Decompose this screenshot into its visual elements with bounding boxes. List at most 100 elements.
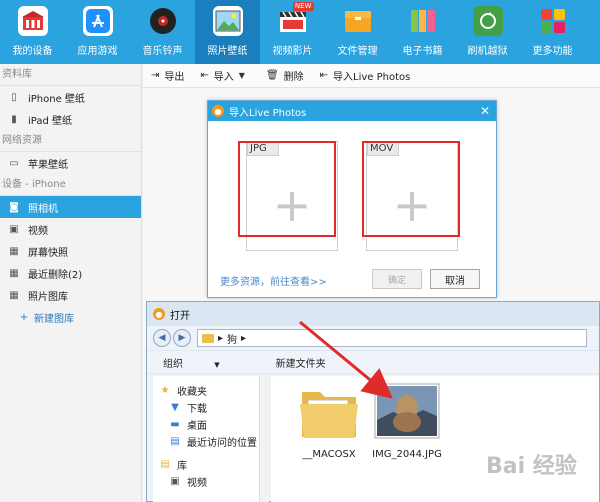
import-label: 导入 [213, 72, 234, 83]
sidebar-item-label: 最近删除(2) [28, 269, 83, 281]
my-device-icon [17, 6, 48, 36]
nav-recent[interactable]: ▤ 最近访问的位置 [153, 433, 268, 450]
nav-label: 收藏夹 [177, 387, 207, 398]
sidebar-item-label: iPhone 壁纸 [28, 93, 85, 105]
path-segment: 狗 [227, 334, 238, 346]
delete-button[interactable]: 🗑 删除 [266, 68, 304, 83]
toolbar-ebooks[interactable]: 电子书籍 [390, 0, 455, 64]
toolbar-apps-games[interactable]: 应用游戏 [65, 0, 130, 64]
sidebar-item-iphone-wallpaper[interactable]: ▯ iPhone 壁纸 [0, 86, 141, 108]
file-name: IMG_2044.JPG [372, 449, 442, 460]
wallpaper-icon: ▭ [9, 157, 19, 169]
toolbar-label: 电子书籍 [402, 46, 443, 57]
file-item-image[interactable]: IMG_2044.JPG [367, 382, 447, 460]
toolbar-label: 照片壁纸 [207, 46, 248, 57]
sidebar-item-label: 照片图库 [28, 291, 68, 303]
nav-scrollbar[interactable] [259, 376, 269, 502]
sidebar-section-title: 网络资源 [0, 130, 141, 152]
back-icon[interactable]: ◀ [153, 329, 171, 347]
command-bar: 组织 ▼ 新建文件夹 [147, 350, 599, 374]
toolbar-photos-wallpaper[interactable]: 照片壁纸 [195, 0, 260, 64]
cancel-button[interactable]: 取消 [430, 269, 480, 289]
import-live-photos-label: 导入Live Photos [333, 72, 411, 83]
import-icon: ⇤ [200, 70, 209, 81]
more-resources-link[interactable]: 更多资源，前往查看>> [220, 273, 327, 288]
library-icon: ▤ [160, 459, 170, 470]
import-icon: ⇤ [319, 70, 329, 81]
toolbar-music[interactable]: 音乐铃声 [130, 0, 195, 64]
sidebar-item-label: 照相机 [28, 203, 58, 215]
nav-label: 库 [177, 461, 187, 472]
sidebar-item-recently-deleted[interactable]: ▦ 最近删除(2) [0, 262, 141, 284]
address-input[interactable]: ▸ 狗 ▸ [197, 329, 587, 347]
forward-icon[interactable]: ▶ [173, 329, 191, 347]
nav-downloads[interactable]: ▼ 下载 [153, 399, 268, 416]
sidebar-item-camera[interactable]: ◙ 照相机 [0, 196, 141, 218]
dialog-title: 打开 [170, 310, 190, 322]
nav-libraries[interactable]: ▤ 库 [153, 456, 268, 473]
recent-places-icon: ▤ [170, 436, 180, 447]
toolbar-label: 音乐铃声 [142, 46, 183, 57]
highlight-box [362, 141, 460, 237]
folder-icon [202, 333, 214, 343]
nav-favorites[interactable]: ★ 收藏夹 [153, 382, 268, 399]
file-name: __MACOSX [302, 449, 356, 460]
nav-label: 下载 [187, 404, 207, 415]
dialog-titlebar: ● 导入Live Photos [208, 101, 496, 121]
toolbar-label: 更多功能 [532, 46, 573, 57]
chevron-down-icon: ▼ [238, 71, 245, 80]
music-disc-icon [148, 6, 178, 36]
tablet-icon: ▮ [11, 113, 17, 125]
sidebar-item-label: iPad 壁纸 [28, 115, 73, 127]
new-folder-button[interactable]: 新建文件夹 [276, 355, 326, 370]
sidebar-item-photo-library[interactable]: ▦ 照片图库 [0, 284, 141, 306]
video-library-icon: ▣ [170, 476, 180, 487]
organize-menu[interactable]: 组织 ▼ [163, 355, 248, 370]
nav-label: 视频 [187, 478, 207, 489]
toolbar-flash-jailbreak[interactable]: 刷机越狱 [455, 0, 520, 64]
toolbar-my-device[interactable]: 我的设备 [0, 0, 65, 64]
nav-label: 最近访问的位置 [187, 438, 257, 449]
delete-label: 删除 [283, 72, 304, 83]
toolbar-more[interactable]: 更多功能 [520, 0, 585, 64]
image-thumbnail-icon [374, 383, 440, 439]
path-separator: ▸ [241, 332, 247, 344]
photo-icon [212, 6, 243, 36]
camera-icon: ◙ [9, 201, 19, 213]
new-album-button[interactable]: + 新建图库 [0, 306, 141, 328]
toolbar-label: 视频影片 [272, 46, 313, 57]
export-icon: ⇥ [151, 70, 160, 81]
video-film-icon: NEW [278, 2, 314, 36]
sidebar-item-screenshots[interactable]: ▦ 屏幕快照 [0, 240, 141, 262]
sidebar-item-label: 苹果壁纸 [28, 159, 68, 171]
video-icon: ▣ [9, 223, 19, 235]
photo-library-icon: ▦ [9, 289, 19, 301]
sidebar-item-label: 屏幕快照 [28, 247, 68, 259]
import-live-photos-dialog: ● 导入Live Photos ✕ JPG + MOV + 更多资源，前往查看>… [207, 100, 497, 298]
recently-deleted-icon: ▦ [9, 267, 19, 279]
highlight-box [238, 141, 336, 237]
dialog-title: 导入Live Photos [229, 107, 307, 119]
toolbar-file-manager[interactable]: 文件管理 [325, 0, 390, 64]
main-toolbar: 我的设备 应用游戏 音乐铃声 照片壁纸 NEW 视频影片 文件管理 电子书籍 刷… [0, 0, 600, 64]
close-icon[interactable]: ✕ [480, 104, 490, 118]
more-features-icon [538, 6, 568, 36]
export-button[interactable]: ⇥ 导出 [151, 68, 184, 83]
nav-videos[interactable]: ▣ 视频 [153, 473, 268, 490]
flash-jailbreak-icon [472, 6, 503, 36]
dialog-titlebar: ● 打开 [147, 302, 599, 326]
toolbar-video[interactable]: NEW 视频影片 [260, 0, 325, 64]
sidebar-section-title: 设备 - iPhone [0, 174, 141, 196]
app-store-icon [82, 6, 113, 36]
nav-desktop[interactable]: ▬ 桌面 [153, 416, 268, 433]
sidebar-item-label: 视频 [28, 225, 48, 237]
import-live-photos-button[interactable]: ⇤ 导入Live Photos [320, 68, 411, 83]
file-item-folder[interactable]: __MACOSX [289, 382, 369, 460]
sidebar-item-apple-wallpaper[interactable]: ▭ 苹果壁纸 [0, 152, 141, 174]
confirm-button[interactable]: 确定 [372, 269, 422, 289]
path-separator: ▸ [218, 332, 224, 344]
import-button[interactable]: ⇤ 导入 ▼ [200, 68, 250, 83]
toolbar-label: 应用游戏 [77, 46, 118, 57]
sidebar-item-video[interactable]: ▣ 视频 [0, 218, 141, 240]
sidebar-item-ipad-wallpaper[interactable]: ▮ iPad 壁纸 [0, 108, 141, 130]
